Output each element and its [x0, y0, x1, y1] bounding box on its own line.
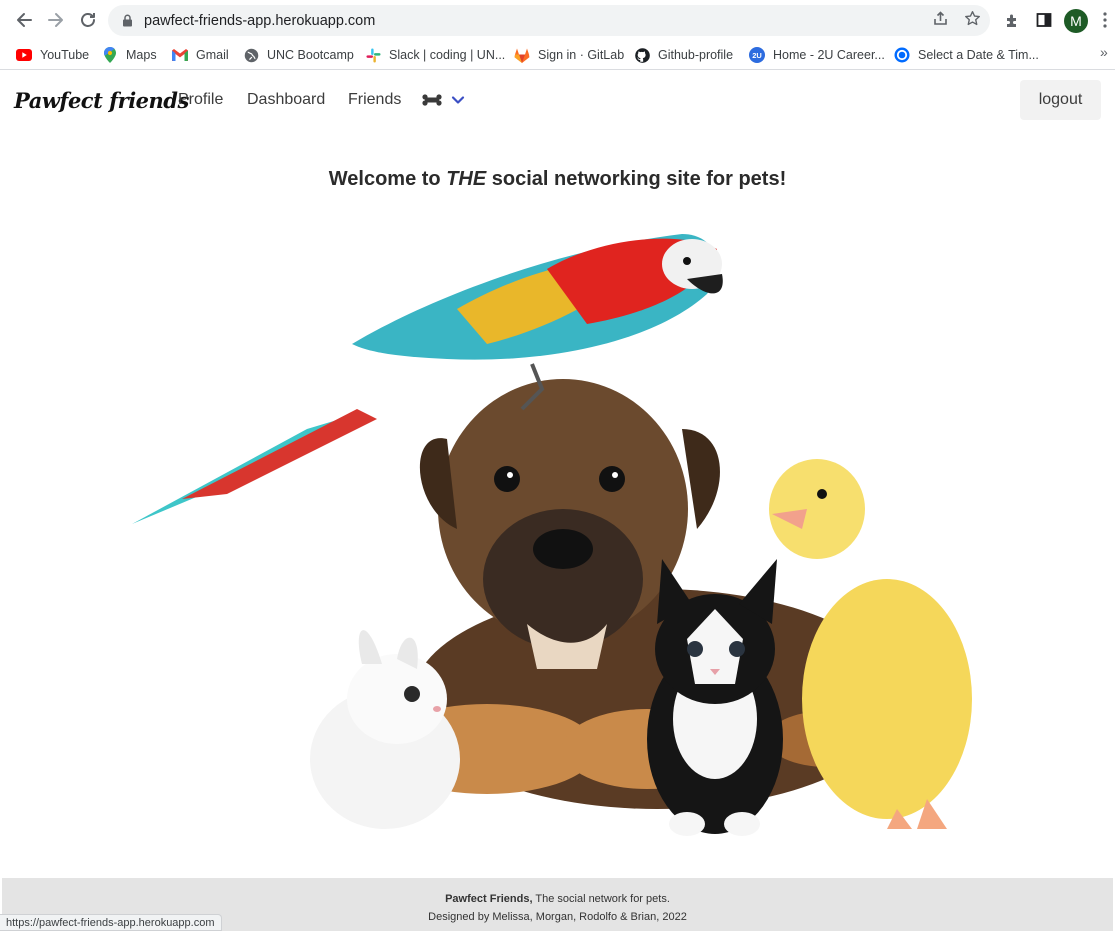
extensions-puzzle-icon[interactable]: [1002, 10, 1022, 30]
svg-text:2U: 2U: [752, 51, 762, 60]
bookmark-unc-bootcamp[interactable]: UNC Bootcamp: [243, 44, 354, 66]
address-bar-url[interactable]: pawfect-friends-app.herokuapp.com: [144, 13, 375, 29]
forward-arrow-icon[interactable]: [45, 9, 67, 31]
footer-brand: Pawfect Friends,: [445, 893, 533, 905]
bookmark-youtube[interactable]: YouTube: [16, 44, 89, 66]
reload-icon[interactable]: [77, 9, 99, 31]
avatar-letter: M: [1070, 13, 1082, 29]
bookmark-label: Home - 2U Career...: [773, 48, 885, 62]
globe-icon: [243, 47, 259, 63]
site-logo[interactable]: Pawfect friends: [14, 85, 189, 115]
site-navbar: Pawfect friends Profile Dashboard Friend…: [2, 71, 1113, 131]
bookmark-label: Select a Date & Tim...: [918, 48, 1039, 62]
footer-tagline: The social network for pets.: [532, 893, 670, 905]
gitlab-icon: [514, 47, 530, 63]
slack-icon: [365, 47, 381, 63]
status-url: https://pawfect-friends-app.herokuapp.co…: [6, 916, 215, 929]
maps-pin-icon: [102, 47, 118, 63]
gmail-icon: [172, 47, 188, 63]
github-icon: [634, 47, 650, 63]
nav-link-dashboard[interactable]: Dashboard: [247, 91, 325, 109]
welcome-prefix: Welcome to: [328, 168, 447, 190]
address-bar[interactable]: pawfect-friends-app.herokuapp.com: [108, 5, 990, 36]
page-content: Pawfect friends Profile Dashboard Friend…: [2, 71, 1113, 931]
bookmark-maps[interactable]: Maps: [102, 44, 157, 66]
bookmarks-overflow-chevron[interactable]: »: [1100, 44, 1108, 60]
youtube-icon: [16, 47, 32, 63]
profile-avatar[interactable]: M: [1064, 9, 1088, 33]
bookmark-label: Slack | coding | UN...: [389, 48, 506, 62]
logout-button-label: logout: [1038, 91, 1083, 108]
footer-tagline-line: Pawfect Friends, The social network for …: [2, 893, 1113, 905]
bookmark-2u-career[interactable]: 2U Home - 2U Career...: [749, 44, 885, 66]
bookmark-gmail[interactable]: Gmail: [172, 44, 229, 66]
kitten-illustration: [647, 559, 783, 836]
back-arrow-icon[interactable]: [13, 9, 35, 31]
chevron-down-icon[interactable]: [451, 93, 465, 107]
2u-icon: 2U: [749, 47, 765, 63]
bookmark-github[interactable]: Github-profile: [634, 44, 733, 66]
side-panel-icon[interactable]: [1034, 10, 1054, 30]
pets-hero-image: [132, 234, 972, 836]
bookmark-label: Maps: [126, 48, 157, 62]
logout-button[interactable]: logout: [1020, 80, 1101, 120]
site-logo-text: Pawfect friends: [14, 87, 189, 113]
kebab-menu-icon[interactable]: [1095, 10, 1115, 30]
lock-icon[interactable]: [121, 14, 133, 28]
bookmark-label: UNC Bootcamp: [267, 48, 354, 62]
bookmarks-bar: YouTube Maps Gmail UNC Bootcamp Slack | …: [0, 40, 1115, 70]
bookmark-label: Github-profile: [658, 48, 734, 62]
bookmark-slack[interactable]: Slack | coding | UN...: [365, 44, 505, 66]
nav-link-friends[interactable]: Friends: [348, 91, 401, 109]
bone-icon[interactable]: [422, 93, 442, 107]
nav-link-profile[interactable]: Profile: [178, 91, 223, 109]
share-icon[interactable]: [930, 8, 950, 28]
bookmark-calendly[interactable]: Select a Date & Tim...: [894, 44, 1039, 66]
bookmark-label: Sign in · GitLab: [538, 48, 625, 62]
bookmark-label: YouTube: [40, 48, 90, 62]
browser-toolbar: pawfect-friends-app.herokuapp.com M: [0, 0, 1115, 40]
welcome-emphasis: THE: [446, 168, 487, 190]
welcome-heading: Welcome to THE social networking site fo…: [2, 168, 1113, 191]
link-status-bar: https://pawfect-friends-app.herokuapp.co…: [0, 914, 222, 931]
bookmark-label: Gmail: [196, 48, 229, 62]
calendly-icon: [894, 47, 910, 63]
bookmark-gitlab[interactable]: Sign in · GitLab: [514, 44, 624, 66]
welcome-suffix: social networking site for pets!: [486, 168, 787, 190]
bookmark-star-icon[interactable]: [962, 8, 982, 28]
